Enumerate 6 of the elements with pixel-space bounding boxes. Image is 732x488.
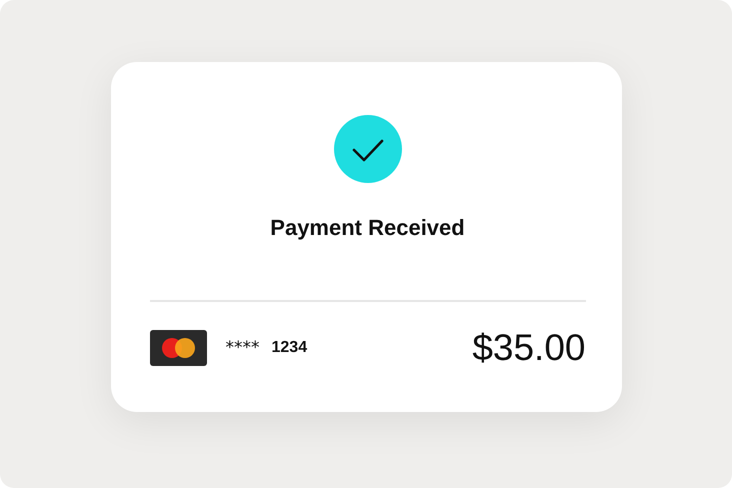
card-mask: **** xyxy=(226,338,260,358)
card-last-digits: 1234 xyxy=(272,339,308,357)
payment-title: Payment Received xyxy=(270,215,465,241)
checkmark-icon xyxy=(334,115,402,183)
payment-amount: $35.00 xyxy=(472,327,586,369)
card-logo-icon xyxy=(150,330,206,366)
